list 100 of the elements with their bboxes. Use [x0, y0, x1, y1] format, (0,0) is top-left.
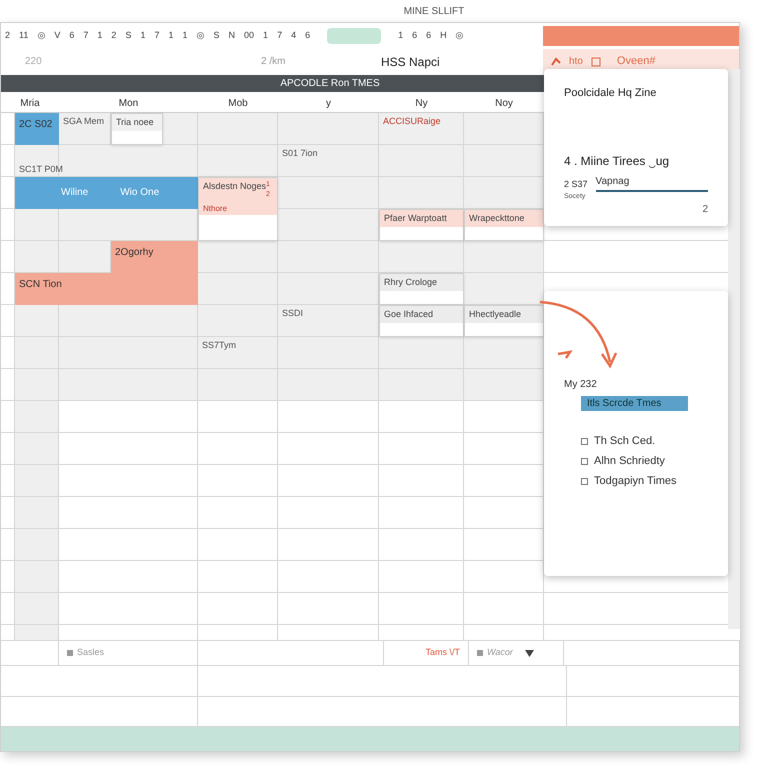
- toolbar-button[interactable]: 6: [412, 29, 418, 43]
- calendar-cell[interactable]: [1, 272, 15, 305]
- calendar-cell[interactable]: [379, 112, 464, 145]
- calendar-cell[interactable]: [15, 528, 59, 561]
- input-field[interactable]: Vapnag: [596, 174, 708, 192]
- toolbar-button[interactable]: V: [54, 29, 60, 43]
- toolbar-button[interactable]: 1: [168, 29, 174, 43]
- toolbar-button[interactable]: 7: [83, 29, 88, 43]
- calendar-cell[interactable]: [464, 336, 544, 369]
- calendar-cell[interactable]: [163, 112, 198, 145]
- calendar-cell[interactable]: [1, 240, 15, 273]
- calendar-cell[interactable]: [278, 464, 379, 497]
- calendar-cell[interactable]: [464, 112, 544, 145]
- calendar-cell[interactable]: [278, 624, 379, 641]
- calendar-cell[interactable]: [278, 368, 379, 401]
- calendar-cell[interactable]: [198, 144, 278, 177]
- calendar-cell[interactable]: [278, 304, 379, 337]
- calendar-cell[interactable]: [278, 400, 379, 433]
- calendar-cell[interactable]: [15, 336, 59, 369]
- checkbox[interactable]: [581, 458, 588, 464]
- calendar-cell[interactable]: [198, 112, 278, 145]
- calendar-cell[interactable]: [198, 240, 278, 273]
- calendar-cell[interactable]: [15, 464, 59, 497]
- toolbar-button[interactable]: S: [214, 29, 220, 43]
- calendar-cell[interactable]: [1, 464, 15, 497]
- calendar-cell[interactable]: [59, 528, 198, 561]
- event-card[interactable]: Tria noee: [111, 112, 163, 145]
- calendar-cell[interactable]: [59, 624, 198, 641]
- calendar-cell[interactable]: [1, 592, 15, 625]
- calendar-cell[interactable]: [464, 176, 544, 209]
- toolbar-button[interactable]: 00: [244, 29, 254, 43]
- calendar-cell[interactable]: [15, 368, 59, 401]
- calendar-cell[interactable]: [1, 208, 15, 241]
- calendar-cell[interactable]: [198, 272, 278, 305]
- calendar-cell[interactable]: [1, 336, 15, 369]
- calendar-cell[interactable]: [15, 400, 59, 433]
- calendar-cell[interactable]: [15, 208, 59, 241]
- calendar-cell[interactable]: [59, 368, 198, 401]
- calendar-cell[interactable]: [379, 336, 464, 369]
- calendar-cell[interactable]: [379, 464, 464, 497]
- toolbar-button[interactable]: 7: [277, 29, 282, 43]
- calendar-cell[interactable]: [1, 496, 15, 529]
- calendar-cell[interactable]: [379, 144, 464, 177]
- calendar-cell[interactable]: [278, 144, 379, 177]
- calendar-cell[interactable]: [278, 592, 379, 625]
- calendar-cell[interactable]: [198, 336, 278, 369]
- calendar-cell[interactable]: [379, 400, 464, 433]
- calendar-cell[interactable]: [198, 528, 278, 561]
- calendar-cell[interactable]: [379, 176, 464, 209]
- calendar-cell[interactable]: [464, 272, 544, 305]
- calendar-cell[interactable]: [1, 624, 15, 641]
- calendar-cell[interactable]: [464, 240, 544, 273]
- calendar-cell[interactable]: [278, 240, 379, 273]
- toolbar-button[interactable]: ◎: [196, 29, 205, 43]
- calendar-cell[interactable]: [198, 464, 278, 497]
- calendar-cell[interactable]: [1, 432, 15, 465]
- calendar-cell[interactable]: [544, 240, 741, 273]
- toolbar-button[interactable]: 6: [426, 29, 432, 43]
- calendar-cell[interactable]: [59, 208, 198, 241]
- calendar-cell[interactable]: [464, 592, 544, 625]
- calendar-cell[interactable]: [15, 560, 59, 593]
- calendar-cell[interactable]: [198, 560, 278, 593]
- calendar-cell[interactable]: [379, 496, 464, 529]
- calendar-cell[interactable]: [464, 528, 544, 561]
- calendar-cell[interactable]: [278, 432, 379, 465]
- calendar-cell[interactable]: [379, 560, 464, 593]
- calendar-cell[interactable]: [379, 240, 464, 273]
- toolbar-button[interactable]: 6: [305, 29, 310, 43]
- calendar-cell[interactable]: [198, 400, 278, 433]
- calendar-cell[interactable]: [198, 432, 278, 465]
- toolbar-field[interactable]: [327, 28, 382, 44]
- calendar-cell[interactable]: [278, 272, 379, 305]
- toolbar-button[interactable]: 11: [19, 29, 28, 43]
- calendar-cell[interactable]: [464, 368, 544, 401]
- calendar-cell[interactable]: [1, 528, 15, 561]
- calendar-cell[interactable]: [1, 144, 15, 177]
- calendar-cell[interactable]: [59, 592, 198, 625]
- calendar-cell[interactable]: [15, 304, 59, 337]
- event-block[interactable]: 2Ogorhy: [111, 240, 198, 273]
- calendar-cell[interactable]: [464, 144, 544, 177]
- toolbar-button[interactable]: 1: [97, 29, 102, 43]
- checkbox[interactable]: [581, 478, 588, 484]
- calendar-cell[interactable]: [544, 592, 741, 625]
- calendar-cell[interactable]: [1, 400, 15, 433]
- calendar-cell[interactable]: [198, 304, 278, 337]
- toolbar-button[interactable]: 1: [398, 29, 404, 43]
- toolbar-button[interactable]: 6: [69, 29, 74, 43]
- toolbar-button[interactable]: 1: [140, 29, 146, 43]
- calendar-cell[interactable]: [59, 304, 198, 337]
- calendar-cell[interactable]: [464, 496, 544, 529]
- toolbar-button[interactable]: H: [440, 29, 447, 43]
- calendar-cell[interactable]: [15, 496, 59, 529]
- calendar-cell[interactable]: [379, 432, 464, 465]
- calendar-cell[interactable]: [278, 496, 379, 529]
- toolbar-button[interactable]: 1: [263, 29, 268, 43]
- toolbar-button[interactable]: 2: [5, 29, 10, 43]
- calendar-cell[interactable]: [278, 336, 379, 369]
- toolbar-button[interactable]: ◎: [37, 29, 46, 43]
- toolbar-button[interactable]: N: [228, 29, 236, 43]
- calendar-cell[interactable]: [1, 112, 15, 145]
